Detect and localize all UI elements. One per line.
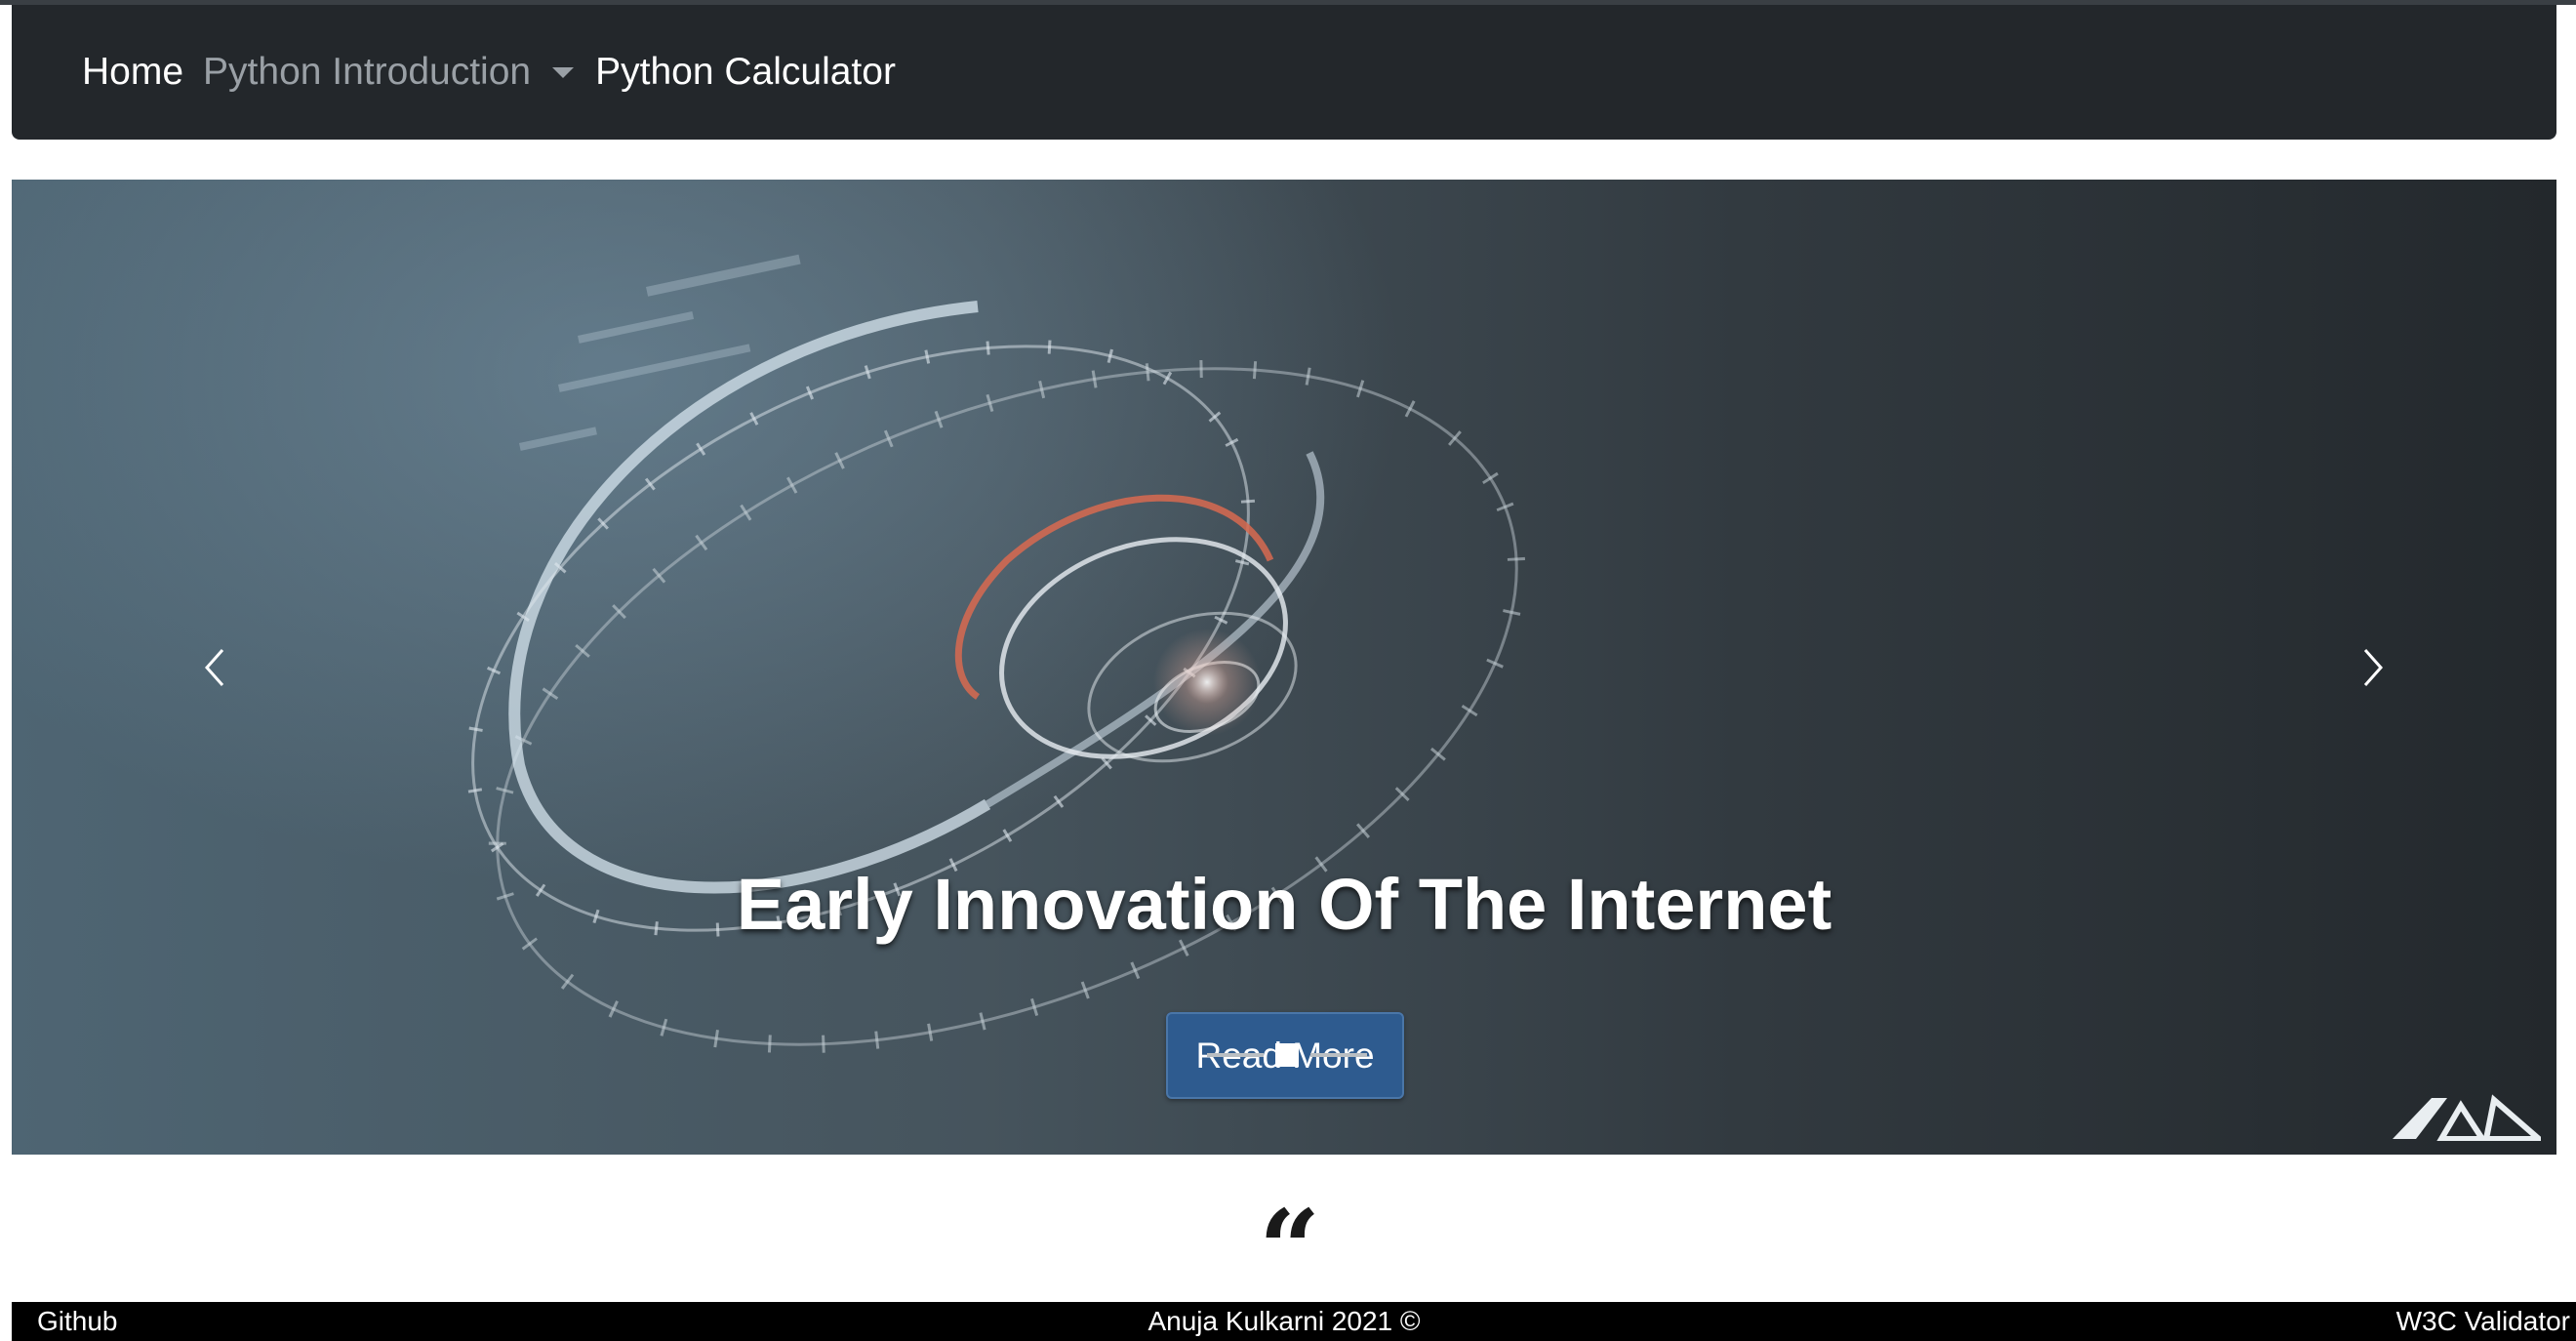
footer: Github Anuja Kulkarni 2021 © W3C Validat… xyxy=(12,1302,2576,1341)
site-logo-icon xyxy=(2393,1094,2541,1141)
carousel-indicators xyxy=(1207,1043,1367,1067)
footer-copyright: Anuja Kulkarni 2021 © xyxy=(1147,1306,1421,1336)
carousel-indicator-3[interactable] xyxy=(1310,1053,1367,1057)
quote-icon: “ xyxy=(1259,1186,1321,1312)
nav-calculator-link[interactable]: Python Calculator xyxy=(595,51,896,94)
chevron-right-icon xyxy=(2363,649,2384,686)
hero-carousel: Early Innovation Of The Internet Read Mo… xyxy=(12,180,2556,1155)
nav-home-link[interactable]: Home xyxy=(82,51,183,94)
chevron-left-icon xyxy=(204,649,224,686)
carousel-indicator-1[interactable] xyxy=(1207,1053,1264,1057)
carousel-next-button[interactable] xyxy=(2334,619,2412,716)
carousel-indicator-2-active[interactable] xyxy=(1275,1043,1299,1067)
carousel-background-image xyxy=(465,254,1526,1054)
nav-dropdown-label: Python Introduction xyxy=(203,51,532,93)
nav-dropdown-python-introduction[interactable]: Python Introduction xyxy=(203,51,595,94)
carousel-prev-button[interactable] xyxy=(176,619,254,716)
navbar: Home Python Introduction Python Calculat… xyxy=(12,5,2556,140)
carousel-caption-title: Early Innovation Of The Internet xyxy=(736,864,1832,945)
footer-w3c-validator-link[interactable]: W3C Validator xyxy=(2396,1306,2570,1337)
caret-down-icon xyxy=(552,66,575,78)
